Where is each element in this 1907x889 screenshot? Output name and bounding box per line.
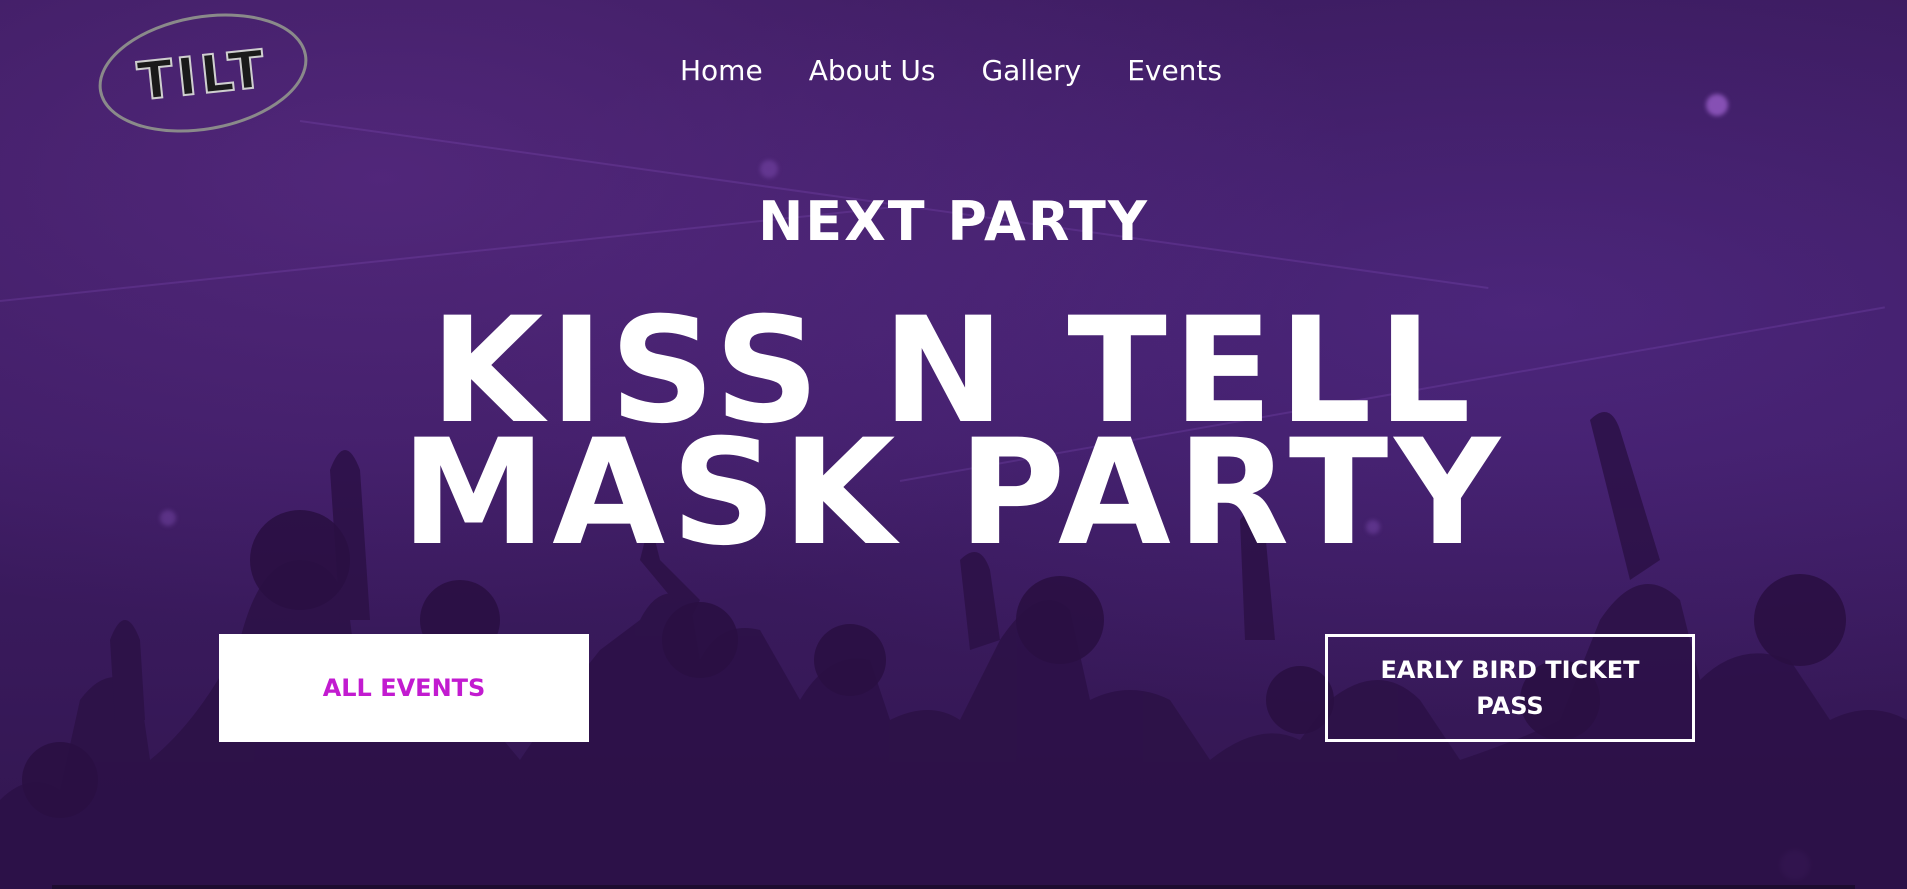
nav-item-about-us[interactable]: About Us <box>809 54 936 87</box>
hero-headline: KISS N TELL MASK PARTY <box>400 286 1507 578</box>
nav-item-events[interactable]: Events <box>1127 54 1222 87</box>
nav-item-home[interactable]: Home <box>680 54 763 87</box>
site-logo[interactable]: TILT <box>96 12 310 134</box>
all-events-button[interactable]: ALL EVENTS <box>219 634 589 742</box>
early-bird-ticket-button[interactable]: EARLY BIRD TICKET PASS <box>1325 634 1695 742</box>
bottom-divider <box>52 885 1855 889</box>
hero-section: TILT Home About Us Gallery Events NEXT P… <box>0 0 1907 889</box>
nav-item-gallery[interactable]: Gallery <box>981 54 1081 87</box>
main-nav: Home About Us Gallery Events <box>680 54 1222 87</box>
hero-eyebrow: NEXT PARTY <box>758 190 1149 253</box>
